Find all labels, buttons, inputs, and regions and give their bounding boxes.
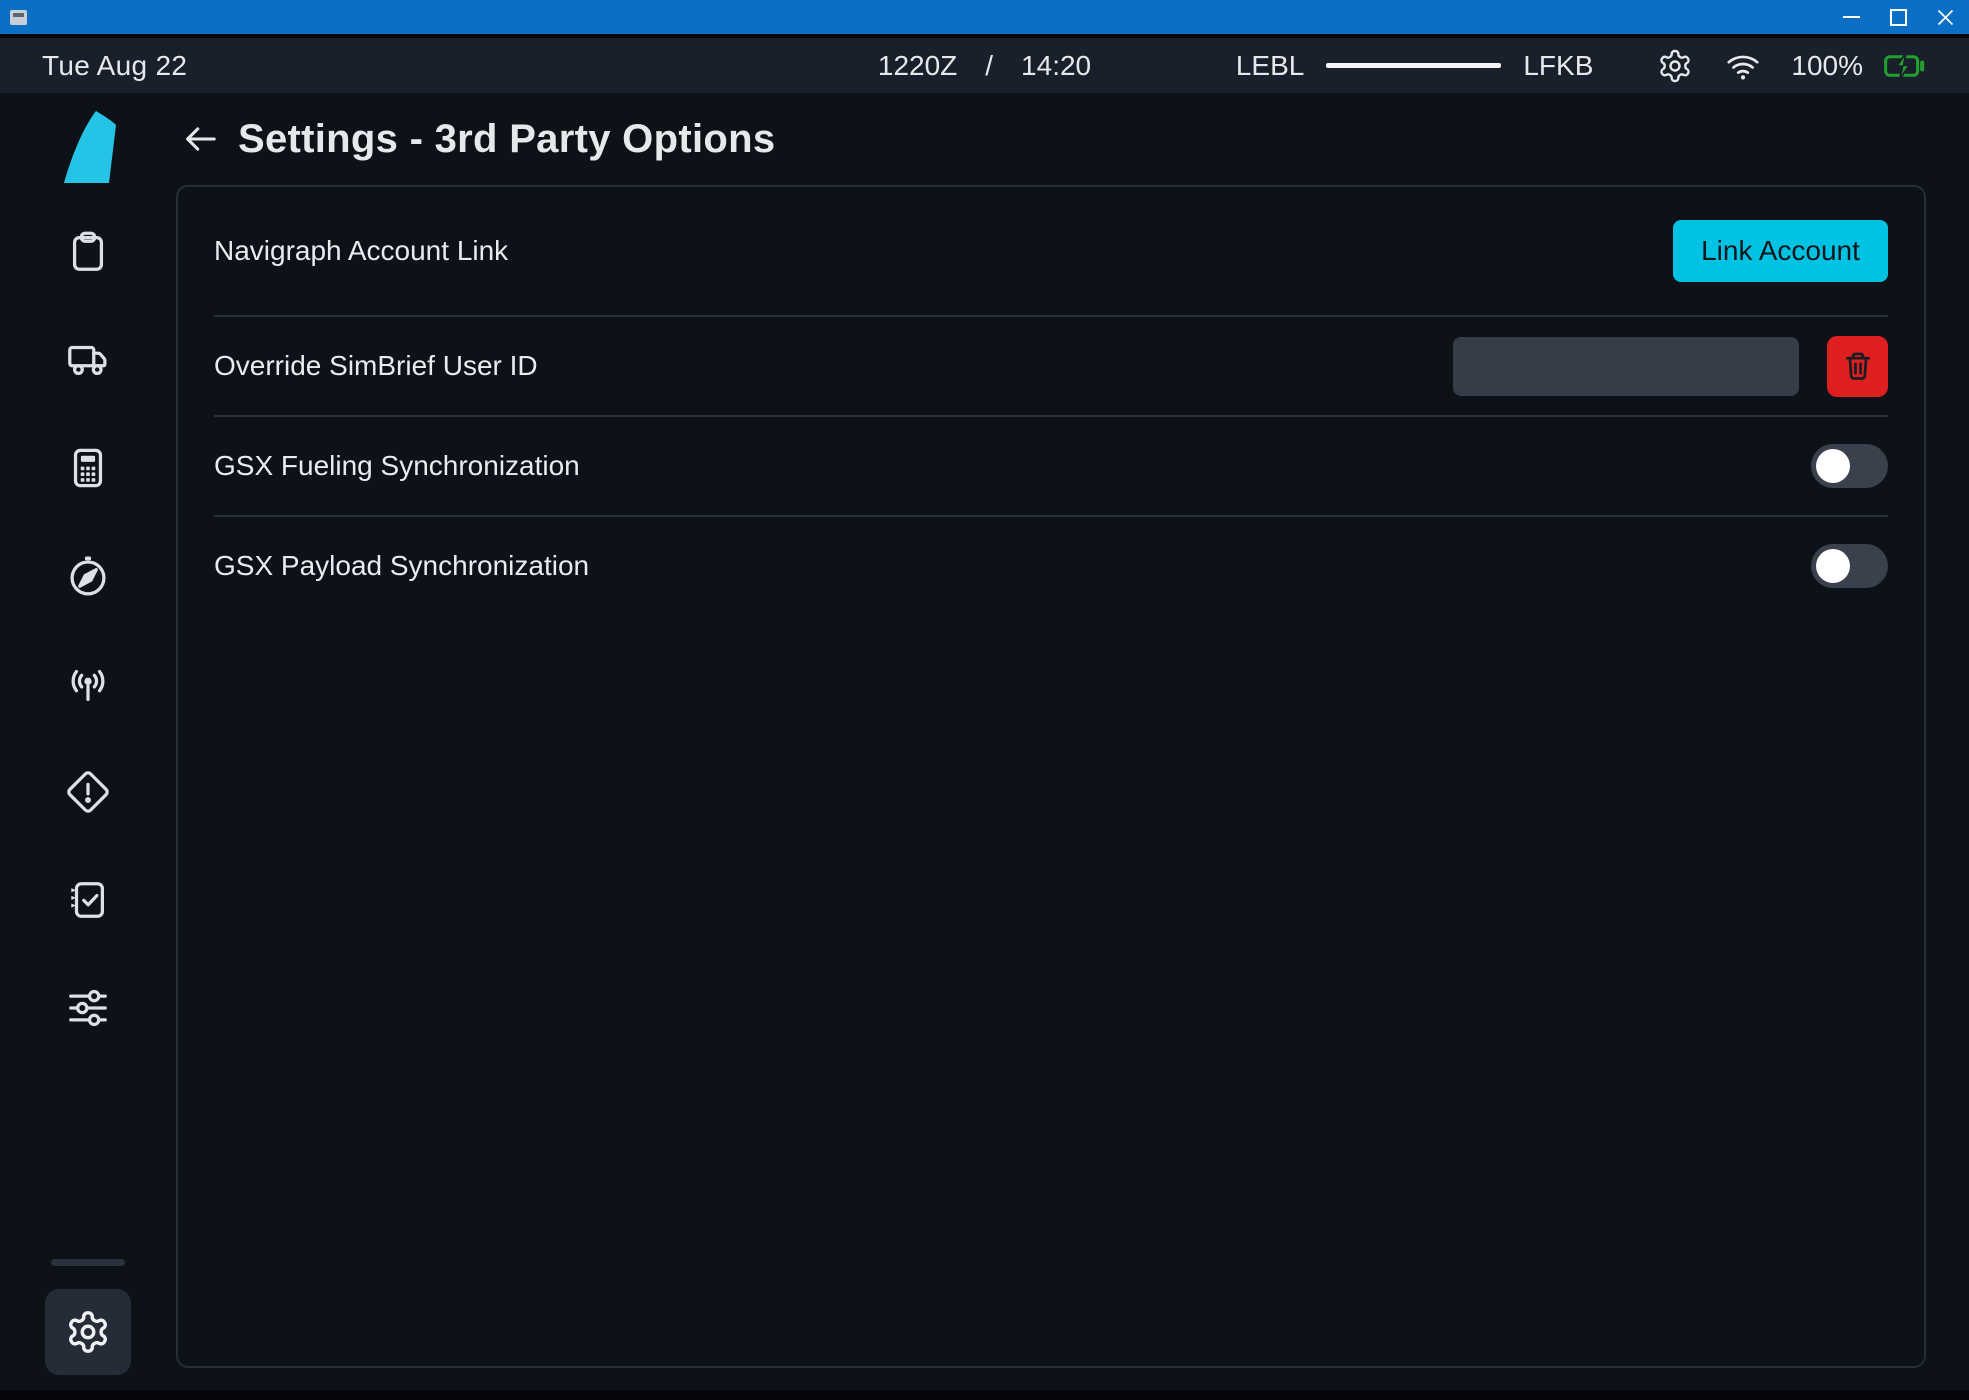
minimize-button[interactable]	[1828, 0, 1875, 34]
wifi-icon	[1725, 48, 1761, 84]
trash-icon	[1841, 349, 1875, 383]
close-button[interactable]	[1922, 0, 1969, 34]
status-time-separator: /	[985, 50, 993, 82]
truck-icon	[65, 337, 111, 383]
app-icon	[10, 10, 27, 25]
airline-tail-logo	[56, 109, 120, 185]
toggle-knob	[1816, 449, 1850, 483]
sidebar-item-options[interactable]	[64, 984, 112, 1032]
status-time-utc: 1220Z	[878, 50, 957, 82]
setting-label: Override SimBrief User ID	[214, 350, 538, 382]
gsx-fueling-toggle[interactable]	[1811, 444, 1888, 488]
status-clock: 1220Z / 14:20	[878, 38, 1091, 93]
sidebar-item-settings-active[interactable]	[45, 1289, 131, 1375]
page-title: Settings - 3rd Party Options	[238, 117, 775, 162]
sidebar-nav	[64, 228, 112, 1032]
sidebar-item-performance[interactable]	[64, 444, 112, 492]
window-controls	[1828, 0, 1969, 34]
flight-origin: LEBL	[1236, 50, 1305, 82]
status-right-cluster: LEBL LFKB 100%	[1236, 48, 1927, 84]
checklist-icon	[65, 877, 111, 923]
toggle-knob	[1816, 549, 1850, 583]
sidebar-item-checklists[interactable]	[64, 876, 112, 924]
clipboard-icon	[65, 229, 111, 275]
setting-row-gsx-fueling: GSX Fueling Synchronization	[214, 417, 1888, 517]
battery-charging-icon	[1883, 50, 1927, 82]
status-date: Tue Aug 22	[42, 50, 187, 82]
delete-simbrief-id-button[interactable]	[1827, 336, 1888, 397]
sidebar-item-navigation[interactable]	[64, 552, 112, 600]
window-titlebar	[0, 0, 1969, 34]
gsx-payload-toggle[interactable]	[1811, 544, 1888, 588]
settings-panel: Navigraph Account Link Link Account Over…	[176, 185, 1926, 1368]
setting-row-simbrief: Override SimBrief User ID	[214, 317, 1888, 417]
setting-label: GSX Fueling Synchronization	[214, 450, 580, 482]
alert-diamond-icon	[65, 769, 111, 815]
sidebar	[0, 93, 176, 1389]
calculator-icon	[65, 445, 111, 491]
setting-label: GSX Payload Synchronization	[214, 550, 589, 582]
maximize-icon	[1890, 9, 1907, 26]
setting-row-gsx-payload: GSX Payload Synchronization	[214, 517, 1888, 615]
gear-icon[interactable]	[1657, 48, 1693, 84]
window-bottom-edge	[0, 1390, 1969, 1400]
status-time-local: 14:20	[1021, 50, 1091, 82]
flight-progress-bar	[1326, 63, 1501, 68]
broadcast-icon	[65, 661, 111, 707]
sidebar-item-ground-services[interactable]	[64, 336, 112, 384]
settings-gear-icon	[65, 1309, 111, 1355]
minimize-icon	[1843, 16, 1860, 18]
status-bar: Tue Aug 22 1220Z / 14:20 LEBL LFKB 100%	[0, 38, 1969, 93]
setting-label: Navigraph Account Link	[214, 235, 508, 267]
compass-icon	[65, 553, 111, 599]
flight-destination: LFKB	[1523, 50, 1593, 82]
simbrief-id-input[interactable]	[1453, 337, 1799, 396]
battery-percent: 100%	[1791, 50, 1863, 82]
sliders-icon	[65, 985, 111, 1031]
sidebar-item-flightplan[interactable]	[64, 228, 112, 276]
sidebar-item-radio[interactable]	[64, 660, 112, 708]
close-icon	[1937, 9, 1954, 26]
back-button[interactable]	[180, 119, 220, 159]
back-arrow-icon	[181, 120, 219, 158]
page-header: Settings - 3rd Party Options	[176, 93, 1969, 185]
setting-row-navigraph: Navigraph Account Link Link Account	[214, 187, 1888, 317]
sidebar-divider	[51, 1259, 125, 1266]
link-account-button[interactable]: Link Account	[1673, 220, 1888, 282]
maximize-button[interactable]	[1875, 0, 1922, 34]
sidebar-item-failures[interactable]	[64, 768, 112, 816]
